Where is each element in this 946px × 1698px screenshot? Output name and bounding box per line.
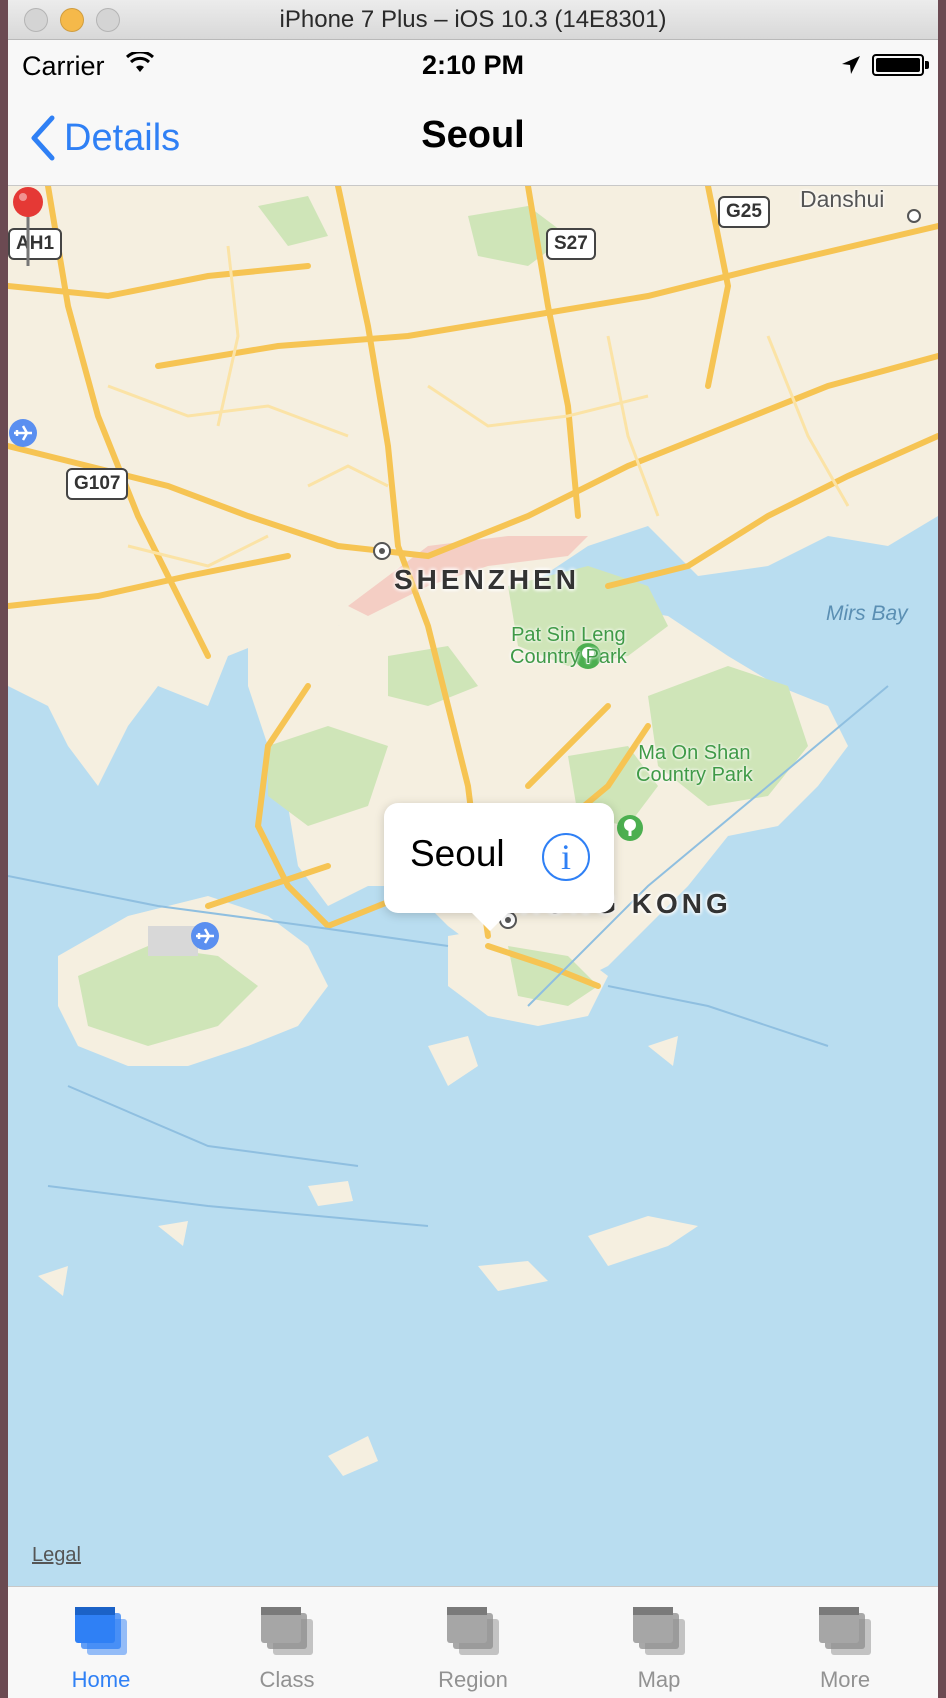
town-dot-icon <box>907 209 921 223</box>
city-marker-icon <box>373 542 391 560</box>
tab-home[interactable]: Home <box>8 1587 194 1698</box>
tab-more[interactable]: More <box>752 1587 938 1698</box>
tab-map[interactable]: Map <box>566 1587 752 1698</box>
airport-icon <box>191 922 219 950</box>
tab-region[interactable]: Region <box>380 1587 566 1698</box>
map-view[interactable]: G25 S27 AH1 G107 Danshui SHENZHEN HONG K… <box>8 186 938 1586</box>
road-shield-g25: G25 <box>718 196 770 228</box>
simulator-window: iPhone 7 Plus – iOS 10.3 (14E8301) Carri… <box>8 0 938 1698</box>
map-label-mirs-bay: Mirs Bay <box>826 602 908 625</box>
map-label-shenzhen: SHENZHEN <box>394 564 581 595</box>
stack-windows-icon <box>75 1607 127 1655</box>
stack-windows-icon <box>819 1607 871 1655</box>
info-button[interactable]: i <box>542 833 590 881</box>
callout-title: Seoul <box>410 833 505 874</box>
stack-windows-icon <box>447 1607 499 1655</box>
map-label-ma-on-shan: Ma On Shan Country Park <box>636 742 753 786</box>
status-bar: Carrier 2:10 PM <box>8 40 938 90</box>
tab-label: Region <box>438 1667 508 1692</box>
battery-tip <box>925 61 929 69</box>
battery-icon <box>872 54 924 76</box>
map-label-pat-sin-leng: Pat Sin Leng Country Park <box>510 624 627 668</box>
window-title: iPhone 7 Plus – iOS 10.3 (14E8301) <box>279 6 667 33</box>
road-shield-g107: G107 <box>66 468 129 500</box>
title-bar: iPhone 7 Plus – iOS 10.3 (14E8301) <box>8 0 938 40</box>
stack-windows-icon <box>633 1607 685 1655</box>
road-shield-s27: S27 <box>546 228 596 260</box>
annotation-callout[interactable]: Seoul i <box>384 803 614 931</box>
map-label-danshui: Danshui <box>800 186 885 212</box>
map-pin-icon[interactable] <box>8 186 48 270</box>
page-title: Seoul <box>421 114 525 156</box>
navigation-bar: Details Seoul <box>8 90 938 186</box>
tab-label: Home <box>71 1667 131 1692</box>
tab-bar: Home Class Region Map More <box>8 1586 938 1698</box>
tab-label: Class <box>259 1667 315 1692</box>
tab-class[interactable]: Class <box>194 1587 380 1698</box>
tab-label: Map <box>637 1667 681 1692</box>
park-icon <box>617 815 643 841</box>
tab-label: More <box>819 1667 871 1692</box>
clock-label: 2:10 PM <box>421 50 525 80</box>
legal-link[interactable]: Legal <box>32 1544 81 1567</box>
location-arrow-icon <box>842 56 860 74</box>
airport-icon <box>9 419 37 447</box>
stack-windows-icon <box>261 1607 313 1655</box>
